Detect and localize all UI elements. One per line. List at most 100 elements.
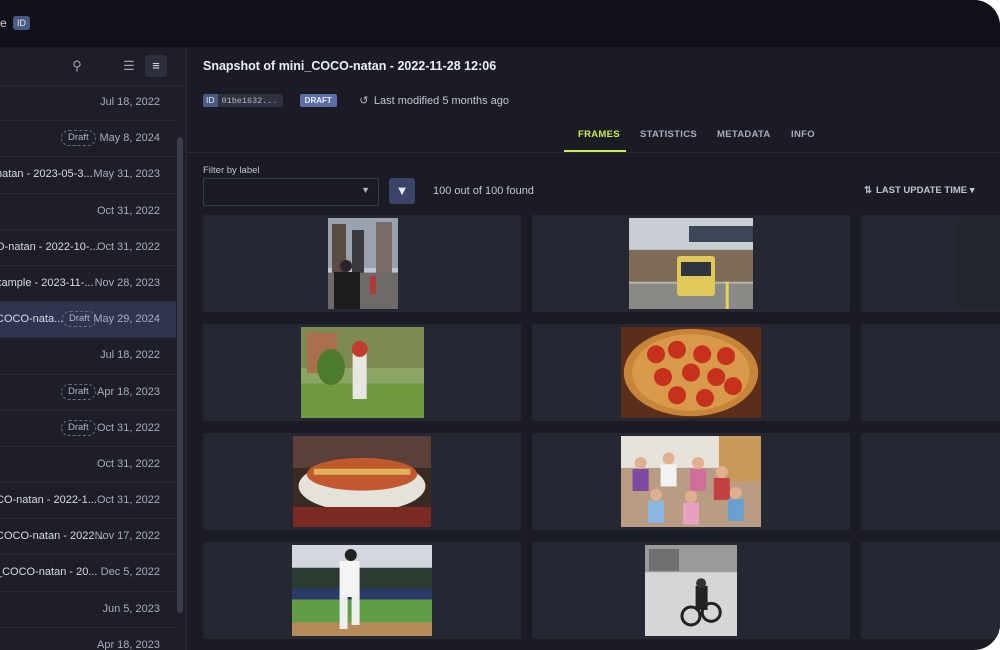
frame-tile[interactable]: [861, 542, 1000, 639]
frame-thumbnail: [292, 545, 432, 636]
dataset-name: CO-natan - 2022-1...: [0, 494, 97, 507]
frame-tile[interactable]: [532, 433, 850, 530]
frame-tile[interactable]: [203, 215, 521, 312]
last-modified-text: Last modified 5 months ago: [373, 95, 509, 107]
dataset-date: Oct 31, 2022: [97, 494, 160, 507]
sidebar-scrollbar[interactable]: [177, 137, 183, 613]
snapshot-meta: ID 01be1632... DRAFT ↺ Last modified 5 mon…: [203, 94, 509, 108]
dataset-list: Jul 18, 2022 Draft May 8, 2024 natan - 2023…: [0, 85, 176, 650]
caret-down-icon: ▼: [361, 185, 370, 195]
sidebar-dataset-row[interactable]: Apr 18, 2023: [0, 628, 176, 650]
sidebar-dataset-row[interactable]: xample - 2023-11-... Nov 28, 2023: [0, 266, 176, 303]
dataset-date: Dec 5, 2022: [100, 566, 160, 579]
dataset-name: COCO-natan - 2022...: [0, 530, 104, 543]
draft-badge: Draft: [61, 383, 96, 400]
filter-label: Filter by label: [203, 165, 260, 176]
dataset-date: Oct 31, 2022: [97, 204, 160, 217]
frame-thumbnail: [328, 218, 398, 309]
id-badge: ID: [13, 16, 30, 30]
sidebar-dataset-row[interactable]: Jul 18, 2022: [0, 338, 176, 375]
tree-list-icon[interactable]: ≡: [145, 55, 167, 77]
sidebar-toolbar: ⚲ ☰ ≡: [0, 47, 186, 86]
frame-thumbnail: [645, 545, 737, 636]
frame-tile[interactable]: [532, 324, 850, 421]
sidebar-dataset-row[interactable]: Draft May 8, 2024: [0, 121, 176, 158]
dataset-date: Oct 31, 2022: [97, 421, 160, 434]
dataset-date: Jul 18, 2022: [100, 96, 160, 108]
frame-thumbnail: [301, 327, 424, 418]
tab-statistics[interactable]: STATISTICS: [640, 129, 697, 140]
dataset-name: _COCO-natan - 20...: [0, 566, 98, 579]
frame-tile[interactable]: [532, 542, 850, 639]
dataset-sidebar: ⚲ ☰ ≡ Jul 18, 2022 Draft May 8, 2024 natan …: [0, 47, 187, 650]
app-title-fragment: e: [0, 16, 7, 30]
page-title: Snapshot of mini_COCO-natan - 2022-11-28…: [203, 59, 497, 73]
draft-badge: Draft: [61, 419, 96, 436]
frame-thumbnail: [861, 327, 1000, 418]
frame-thumbnail: [861, 436, 1000, 527]
dataset-date: Apr 18, 2023: [97, 385, 160, 398]
sidebar-dataset-row[interactable]: Draft Oct 31, 2022: [0, 411, 176, 447]
sort-label: LAST UPDATE TIME: [875, 185, 968, 196]
dataset-date: Apr 18, 2023: [97, 638, 160, 650]
history-icon: ↺: [359, 95, 369, 107]
last-modified: ↺ Last modified 5 months ago: [358, 94, 509, 107]
dataset-name: COCO-nata...: [0, 313, 64, 326]
frame-thumbnail: [293, 436, 431, 527]
dataset-date: May 29, 2024: [93, 313, 160, 326]
list-icon[interactable]: ☰: [120, 57, 138, 75]
dataset-date: Oct 31, 2022: [97, 457, 160, 470]
snapshot-id-chip[interactable]: ID 01be1632...: [203, 94, 283, 107]
dataset-date: Nov 17, 2022: [94, 530, 160, 543]
sort-icon: ⇅: [864, 185, 872, 196]
dataset-date: Jul 18, 2022: [100, 349, 160, 362]
filter-button[interactable]: ▼: [389, 178, 415, 204]
dataset-name: O-natan - 2022-10-...: [0, 240, 99, 253]
caret-down-icon: ▾: [969, 185, 975, 196]
frame-thumbnail: [621, 327, 761, 418]
dataset-date: May 31, 2023: [93, 168, 160, 181]
sidebar-dataset-row[interactable]: Jul 18, 2022: [0, 85, 176, 122]
frame-thumbnail: [957, 218, 1000, 309]
dataset-date: May 8, 2024: [99, 132, 160, 145]
frame-tile[interactable]: [532, 215, 850, 312]
label-filter-select[interactable]: ▼: [203, 178, 379, 206]
sidebar-dataset-row[interactable]: COCO-nata... Draft May 29, 2024: [0, 302, 176, 339]
tab-info[interactable]: INFO: [791, 129, 815, 140]
dataset-name: xample - 2023-11-...: [0, 276, 94, 289]
filter-icon: ▼: [395, 183, 409, 198]
result-count: 100 out of 100 found: [433, 185, 534, 197]
frame-tile[interactable]: [861, 215, 1000, 312]
tab-bar: FRAMES STATISTICS METADATA INFO: [187, 123, 1000, 153]
draft-badge: Draft: [62, 311, 97, 328]
sidebar-dataset-row[interactable]: _COCO-natan - 20... Dec 5, 2022: [0, 555, 176, 592]
sidebar-dataset-row[interactable]: Jun 5, 2023: [0, 592, 176, 628]
frame-tile[interactable]: [203, 324, 521, 421]
frame-tile[interactable]: [203, 433, 521, 530]
frame-thumbnail: [621, 436, 761, 527]
sidebar-dataset-row[interactable]: COCO-natan - 2022... Nov 17, 2022: [0, 519, 176, 556]
search-icon[interactable]: ⚲: [68, 57, 86, 75]
tab-frames[interactable]: FRAMES: [578, 129, 620, 140]
draft-badge: Draft: [61, 130, 96, 147]
frame-tile[interactable]: [203, 542, 521, 639]
sidebar-dataset-row[interactable]: Oct 31, 2022: [0, 194, 176, 230]
top-bar: e ID: [0, 0, 1000, 47]
sidebar-dataset-row[interactable]: O-natan - 2022-10-... Oct 31, 2022: [0, 230, 176, 266]
dataset-date: Nov 28, 2023: [94, 276, 160, 289]
frame-thumbnail: [861, 545, 1000, 636]
sidebar-dataset-row[interactable]: Oct 31, 2022: [0, 447, 176, 484]
id-prefix: ID: [203, 94, 218, 107]
sidebar-dataset-row[interactable]: CO-natan - 2022-1... Oct 31, 2022: [0, 483, 176, 520]
snapshot-id-value: 01be1632...: [221, 96, 278, 106]
sidebar-dataset-row[interactable]: natan - 2023-05-3... May 31, 2023: [0, 157, 176, 194]
dataset-date: Oct 31, 2022: [97, 240, 160, 253]
dataset-date: Jun 5, 2023: [102, 602, 161, 615]
frame-tile[interactable]: [861, 433, 1000, 530]
frame-tile[interactable]: [861, 324, 1000, 421]
status-badge: DRAFT: [299, 94, 337, 107]
active-tab-indicator: [564, 150, 626, 152]
tab-metadata[interactable]: METADATA: [717, 129, 771, 140]
sidebar-dataset-row[interactable]: Draft Apr 18, 2023: [0, 375, 176, 411]
sort-control[interactable]: ⇅ LAST UPDATE TIME ▾: [864, 185, 975, 196]
